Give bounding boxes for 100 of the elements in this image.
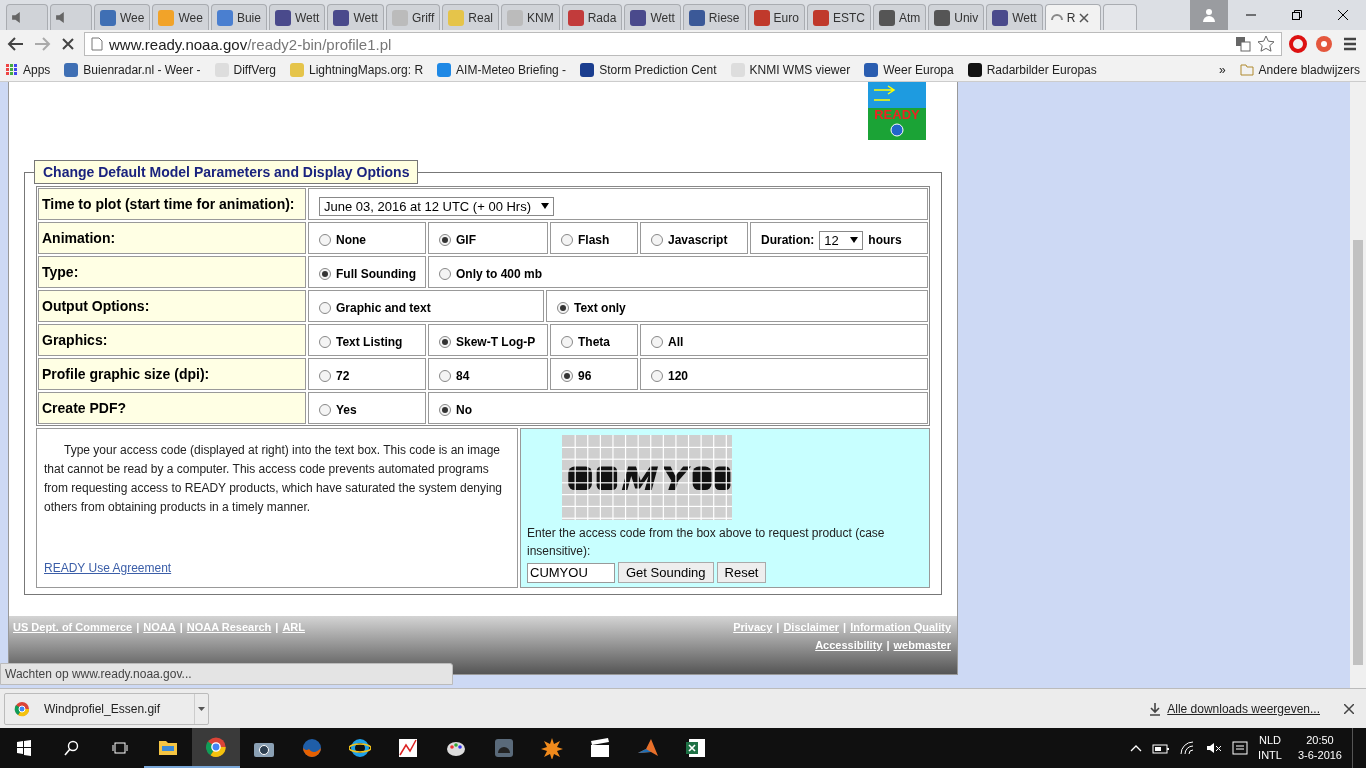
radio-button[interactable] <box>319 302 331 314</box>
bookmark-link[interactable]: AIM-Meteo Briefing - <box>437 62 567 77</box>
dome-icon[interactable] <box>493 737 515 759</box>
more-bookmarks-button[interactable]: » <box>1218 62 1226 77</box>
download-item[interactable]: Windprofiel_Essen.gif <box>4 692 209 725</box>
chevron-up-icon[interactable] <box>1130 744 1143 752</box>
notification-icon[interactable] <box>1232 740 1249 756</box>
browser-tab[interactable]: Wee <box>94 4 151 30</box>
browser-tab[interactable] <box>6 4 48 30</box>
browser-tab[interactable]: Riese <box>682 4 746 30</box>
radio-button[interactable] <box>561 336 573 348</box>
folder-icon[interactable] <box>158 738 178 756</box>
battery-icon[interactable] <box>1152 742 1171 754</box>
radio-option[interactable]: 72 <box>319 369 350 383</box>
show-all-downloads-link[interactable]: Alle downloads weergeven... <box>1149 701 1320 716</box>
bookmark-link[interactable]: KNMI WMS viewer <box>730 62 851 77</box>
apps-icon <box>6 63 18 76</box>
browser-tab[interactable]: Wett <box>986 4 1043 30</box>
browser-tab[interactable]: Wett <box>327 4 384 30</box>
radio-button[interactable] <box>319 336 331 348</box>
close-icon[interactable] <box>1344 703 1354 714</box>
access-code-field[interactable]: CUMYOU <box>527 562 615 583</box>
browser-tab[interactable]: Real <box>442 4 499 30</box>
radio-button[interactable] <box>319 370 331 382</box>
bookmark-folder[interactable]: Andere bladwijzers <box>1239 62 1360 77</box>
browser-tab[interactable]: Wett <box>268 4 326 30</box>
time-select[interactable]: June 03, 2016 at 12 UTC (+ 00 Hrs) <box>319 196 555 216</box>
chart-icon[interactable] <box>397 737 419 759</box>
extension-icon[interactable] <box>1314 34 1334 54</box>
browser-icon[interactable] <box>205 736 227 758</box>
field-label: Output Options: <box>38 290 306 322</box>
translate-icon[interactable] <box>1235 36 1251 52</box>
maximize-icon[interactable] <box>1292 10 1302 20</box>
agreement-link[interactable]: READY Use Agreement <box>44 561 511 575</box>
browser-tab[interactable]: KNM <box>501 4 560 30</box>
bookmark-link[interactable]: Apps <box>6 62 51 77</box>
bookmark-link[interactable]: LightningMaps.org: R <box>290 62 424 77</box>
address-bar[interactable]: www.ready.noaa.gov/ready2-bin/profile1.pl <box>84 32 1282 56</box>
task-view-icon[interactable] <box>112 740 128 756</box>
radio-button[interactable] <box>557 302 569 314</box>
radio-option[interactable]: GIF <box>439 233 476 247</box>
radio-option[interactable]: No <box>439 403 472 417</box>
browser-tab[interactable]: Univ <box>928 4 985 30</box>
bookmark-link[interactable]: Buienradar.nl - Weer - <box>64 62 201 77</box>
spreadsheet-icon[interactable] <box>685 737 707 759</box>
radio-option[interactable]: Text only <box>557 301 626 315</box>
ring-icon[interactable] <box>1288 34 1308 54</box>
radio-button[interactable] <box>319 404 331 416</box>
bookmark-link[interactable]: Weer Europa <box>864 62 954 77</box>
star-icon[interactable] <box>1257 35 1275 53</box>
duration-select[interactable]: 12 <box>819 230 864 250</box>
browser-tab[interactable]: ESTC <box>806 4 871 30</box>
radio-button[interactable] <box>651 370 663 382</box>
submit-button[interactable]: Get Sounding <box>618 562 714 583</box>
field-label: Time to plot (start time for animation): <box>38 188 306 220</box>
windows-icon[interactable] <box>16 740 32 756</box>
clock-time[interactable]: 20:50 <box>1306 733 1334 748</box>
radio-button[interactable] <box>439 336 451 348</box>
radio-option[interactable]: 96 <box>561 369 592 383</box>
radio-option[interactable]: Yes <box>319 403 357 417</box>
muted-speaker-icon[interactable] <box>1206 740 1223 756</box>
radio-button[interactable] <box>439 234 451 246</box>
keyboard-layout[interactable]: INTL <box>1258 748 1282 763</box>
browser-tab[interactable]: Atm <box>872 4 927 30</box>
radio-button[interactable] <box>439 404 451 416</box>
radio-button[interactable] <box>651 336 663 348</box>
browser-tab[interactable]: Rada <box>561 4 623 30</box>
language-indicator[interactable]: NLD <box>1259 733 1282 748</box>
bookmark-link[interactable]: Storm Prediction Cent <box>580 62 717 77</box>
peak-icon[interactable] <box>637 737 659 759</box>
radio-option[interactable]: Only to 400 mb <box>439 267 543 281</box>
browser-tab[interactable] <box>50 4 92 30</box>
search-icon[interactable] <box>64 740 80 756</box>
radio-button[interactable] <box>651 234 663 246</box>
radio-button[interactable] <box>439 370 451 382</box>
browser-tab[interactable]: Griff <box>385 4 441 30</box>
radio-button[interactable] <box>319 268 331 280</box>
close-icon[interactable] <box>1079 12 1090 23</box>
radio-option[interactable]: 84 <box>439 369 470 383</box>
scrollbar[interactable] <box>1350 82 1366 688</box>
browser-tab[interactable]: Wee <box>152 4 209 30</box>
close-icon[interactable] <box>1338 10 1348 20</box>
radio-button[interactable] <box>561 234 573 246</box>
radio-button[interactable] <box>561 370 573 382</box>
bookmark-link[interactable]: DiffVerg <box>214 62 276 77</box>
browser-tab[interactable]: R <box>1044 4 1101 30</box>
reset-button[interactable]: Reset <box>716 562 767 583</box>
bookmark-link[interactable]: Radarbilder Europas <box>967 62 1097 77</box>
sun-icon[interactable] <box>541 737 563 759</box>
browser-tab[interactable]: Buie <box>210 4 267 30</box>
clapperboard-icon[interactable] <box>589 737 611 759</box>
radio-button[interactable] <box>319 234 331 246</box>
browser-tab[interactable]: Euro <box>747 4 805 30</box>
radio-button[interactable] <box>439 268 451 280</box>
caret-icon[interactable] <box>198 706 205 711</box>
radio-option[interactable]: All <box>651 335 684 349</box>
radio-option[interactable]: 120 <box>651 369 689 383</box>
radio-option[interactable]: None <box>319 233 366 247</box>
browser-tab[interactable]: Wett <box>624 4 681 30</box>
clock-date[interactable]: 3-6-2016 <box>1297 748 1342 763</box>
